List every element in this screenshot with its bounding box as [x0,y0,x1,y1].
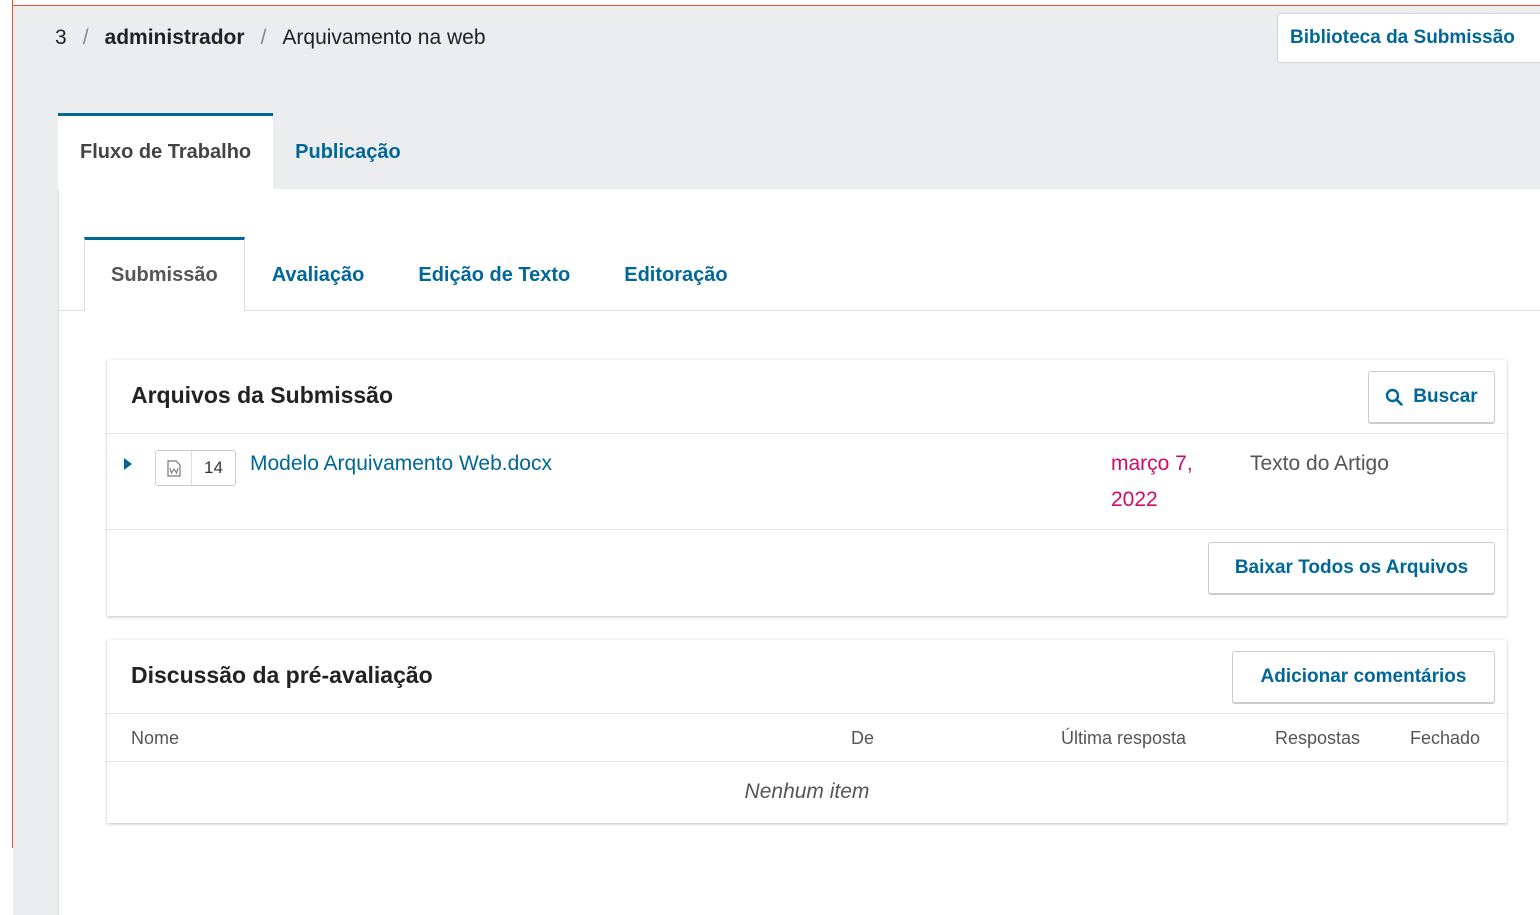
tab-production[interactable]: Editoração [597,237,754,311]
column-replies: Respostas [1275,728,1361,748]
submission-files-panel: Arquivos da Submissão Buscar 14 Modelo A… [107,360,1507,616]
search-button-label: Buscar [1413,386,1478,407]
add-comment-button[interactable]: Adicionar comentários [1232,651,1495,703]
file-badge: 14 [155,450,236,486]
empty-message: Nenhum item [744,780,870,803]
panel-header: Arquivos da Submissão Buscar [107,360,1507,434]
file-name-link[interactable]: Modelo Arquivamento Web.docx [250,452,552,476]
search-icon [1386,388,1404,406]
breadcrumb-id: 3 [55,26,67,49]
header: 3 / administrador / Arquivamento na web … [13,6,1540,76]
stage-tabs: Submissão Avaliação Edição de Texto Edit… [84,237,755,311]
tab-submission[interactable]: Submissão [84,237,245,311]
panel-title: Discussão da pré-avaliação [131,662,433,688]
panel-title: Arquivos da Submissão [131,382,394,408]
submission-library-button[interactable]: Biblioteca da Submissão [1277,13,1540,63]
workflow-content: Submissão Avaliação Edição de Texto Edit… [58,189,1540,915]
download-all-files-button[interactable]: Baixar Todos os Arquivos [1208,542,1495,594]
column-last-reply: Última resposta [1061,728,1187,748]
discussion-grid-header: Nome De Última resposta Respostas Fechad… [107,714,1507,762]
tab-publication[interactable]: Publicação [273,113,423,189]
breadcrumb-author[interactable]: administrador [105,26,245,50]
column-from: De [851,728,875,748]
search-button[interactable]: Buscar [1368,371,1495,423]
breadcrumb-separator: / [82,26,89,49]
tab-copyediting[interactable]: Edição de Texto [391,237,597,311]
file-type: Texto do Artigo [1250,452,1389,475]
file-id: 14 [204,458,223,477]
panel-header: Discussão da pré-avaliação Adicionar com… [107,640,1507,714]
page: 3 / administrador / Arquivamento na web … [13,6,1540,915]
column-closed: Fechado [1410,728,1481,748]
pre-review-discussion-panel: Discussão da pré-avaliação Adicionar com… [107,640,1507,823]
word-document-icon [156,451,192,485]
file-row: 14 Modelo Arquivamento Web.docx março 7,… [107,434,1507,530]
breadcrumb-title: Arquivamento na web [282,26,486,49]
expand-row-icon[interactable] [124,458,132,470]
column-name: Nome [131,728,180,748]
breadcrumb-separator: / [260,26,267,49]
file-date: março 7, 2022 [1111,452,1193,511]
top-tabs: Fluxo de Trabalho Publicação [58,113,423,189]
tab-workflow[interactable]: Fluxo de Trabalho [58,113,274,189]
tab-review[interactable]: Avaliação [245,237,392,311]
breadcrumb: 3 / administrador / Arquivamento na web [55,26,486,50]
